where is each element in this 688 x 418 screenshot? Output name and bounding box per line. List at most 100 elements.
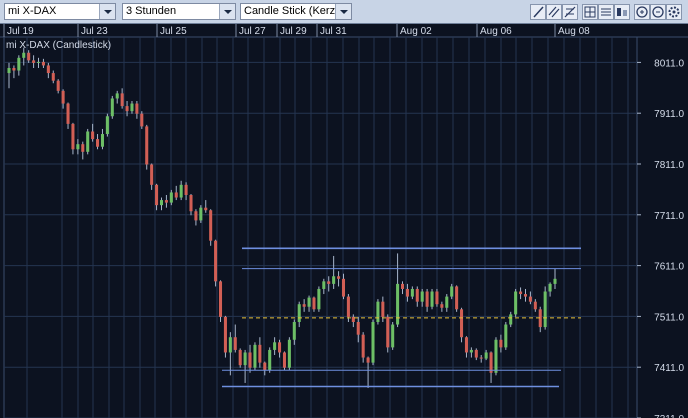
candle-body bbox=[36, 61, 41, 63]
candle-body bbox=[71, 123, 75, 150]
settings-icon bbox=[668, 6, 680, 18]
candle-body bbox=[105, 116, 109, 135]
x-tick-label: Jul 27 bbox=[239, 26, 266, 37]
candle-body bbox=[169, 192, 173, 203]
grid-icon bbox=[584, 6, 596, 18]
zoom-out-button[interactable] bbox=[650, 4, 666, 20]
chevron-down-icon[interactable] bbox=[335, 4, 351, 19]
y-tick-label: 8011.0 bbox=[654, 58, 684, 69]
instrument-select-value: mi X-DAX bbox=[8, 5, 57, 17]
draw-line-icon bbox=[533, 6, 544, 18]
chart-toolbar: mi X-DAX 3 Stunden Candle Stick (Kerze bbox=[0, 0, 688, 24]
candle-body bbox=[159, 200, 164, 206]
candle-body bbox=[410, 288, 414, 297]
draw-fibonacci-button[interactable] bbox=[562, 4, 578, 20]
candle-body bbox=[297, 304, 301, 322]
candle-body bbox=[553, 278, 557, 284]
candle-body bbox=[145, 126, 149, 165]
chevron-down-icon[interactable] bbox=[99, 4, 115, 19]
period-select-value: 3 Stunden bbox=[126, 5, 177, 17]
y-tick-label: 7511.0 bbox=[654, 312, 684, 323]
candle-body bbox=[464, 337, 468, 353]
candle-body bbox=[218, 281, 223, 317]
y-tick-label: 7611.0 bbox=[654, 262, 684, 273]
zoom-in-button[interactable] bbox=[634, 4, 650, 20]
candle-body bbox=[381, 301, 385, 317]
candle-body bbox=[223, 316, 227, 353]
candle-body bbox=[194, 211, 198, 221]
candle-body bbox=[341, 278, 346, 297]
x-tick-label: Jul 19 bbox=[7, 26, 34, 37]
draw-fibonacci-icon bbox=[564, 6, 576, 18]
candle-body bbox=[140, 113, 144, 127]
candle-body bbox=[110, 98, 114, 117]
candle-body bbox=[115, 93, 119, 99]
chart-type-select[interactable]: Candle Stick (Kerze bbox=[240, 3, 352, 20]
y-tick-label: 7311.0 bbox=[654, 414, 684, 418]
candle-body bbox=[22, 52, 26, 58]
candle-body bbox=[17, 57, 21, 71]
candle-body bbox=[400, 283, 405, 289]
candle-body bbox=[420, 291, 424, 302]
candle-body bbox=[130, 103, 134, 112]
instrument-select[interactable]: mi X-DAX bbox=[4, 3, 116, 20]
candle-body bbox=[76, 144, 80, 150]
candle-body bbox=[396, 283, 400, 325]
candle-body bbox=[125, 106, 129, 112]
x-tick-label: Aug 08 bbox=[558, 26, 590, 37]
candle-body bbox=[361, 334, 365, 358]
candle-body bbox=[96, 139, 100, 147]
candle-body bbox=[337, 276, 341, 279]
candle-body bbox=[479, 357, 483, 359]
candle-body bbox=[41, 61, 45, 66]
zoom-in-icon bbox=[636, 6, 648, 18]
candle-body bbox=[12, 67, 16, 71]
candle-body bbox=[543, 291, 547, 328]
y-tick-label: 7811.0 bbox=[654, 160, 684, 171]
candle-body bbox=[469, 349, 473, 353]
x-tick-label: Jul 29 bbox=[280, 26, 307, 37]
candle-body bbox=[243, 352, 247, 366]
candle-body bbox=[435, 291, 439, 305]
period-select[interactable]: 3 Stunden bbox=[122, 3, 236, 20]
candle-body bbox=[455, 286, 459, 310]
candle-body bbox=[199, 207, 203, 221]
candle-body bbox=[268, 349, 272, 371]
y-tick-label: 7711.0 bbox=[654, 211, 684, 222]
candle-body bbox=[253, 344, 257, 368]
draw-channel-icon bbox=[548, 6, 560, 18]
candle-body bbox=[519, 291, 523, 295]
candle-body bbox=[366, 357, 370, 363]
candle-body bbox=[391, 324, 395, 348]
grid-button[interactable] bbox=[582, 4, 598, 20]
candle-body bbox=[228, 337, 232, 353]
candle-body bbox=[46, 65, 50, 74]
draw-line-button[interactable] bbox=[530, 4, 546, 20]
candle-body bbox=[499, 339, 503, 348]
candle-body bbox=[440, 304, 444, 308]
candle-body bbox=[214, 240, 218, 282]
candle-body bbox=[474, 349, 478, 358]
draw-channel-button[interactable] bbox=[546, 4, 562, 20]
candle-body bbox=[273, 342, 277, 350]
table-button[interactable] bbox=[598, 4, 614, 20]
candle-body bbox=[489, 352, 493, 373]
candle-body bbox=[509, 314, 513, 325]
candle-body bbox=[494, 339, 498, 373]
candle-body bbox=[51, 73, 55, 81]
candle-body bbox=[450, 286, 454, 297]
chevron-down-icon[interactable] bbox=[219, 4, 235, 19]
candle-body bbox=[445, 296, 449, 308]
candle-body bbox=[233, 337, 237, 350]
candle-body bbox=[415, 288, 419, 302]
settings-button[interactable] bbox=[666, 4, 682, 20]
chart-title: mi X-DAX (Candlestick) bbox=[6, 40, 111, 51]
candle-body bbox=[263, 362, 267, 371]
candle-body bbox=[189, 194, 193, 212]
candle-body bbox=[548, 283, 552, 292]
candle-body bbox=[238, 349, 242, 366]
plot-background bbox=[0, 24, 688, 418]
candle-body bbox=[332, 276, 336, 284]
chart-type-select-value: Candle Stick (Kerze bbox=[244, 5, 335, 17]
compare-button[interactable] bbox=[614, 4, 630, 20]
